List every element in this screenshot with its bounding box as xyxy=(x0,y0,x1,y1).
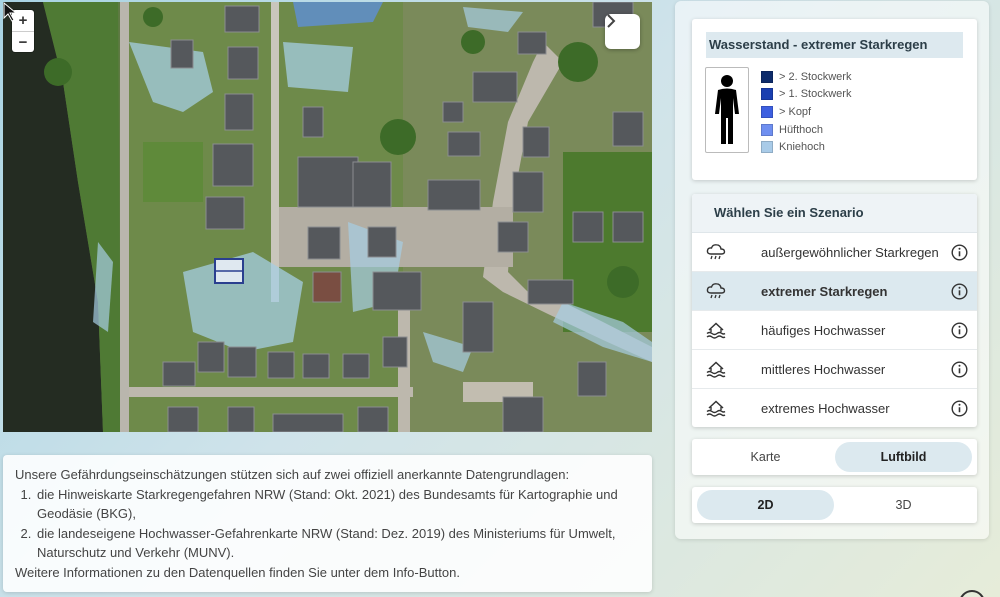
legend-label: > 2. Stockwerk xyxy=(779,70,852,83)
person-scale xyxy=(705,67,749,153)
dimension-option-2d[interactable]: 2D xyxy=(697,490,834,520)
legend-label: > 1. Stockwerk xyxy=(779,88,852,101)
scenario-label: häufiges Hochwasser xyxy=(761,322,886,338)
flood-house-icon xyxy=(706,322,726,339)
legend-item: > 1. Stockwerk xyxy=(761,86,851,104)
legend-title: Wasserstand - extremer Starkregen xyxy=(706,32,963,58)
legend-swatch xyxy=(761,105,773,118)
legend-label: Kniehoch xyxy=(779,141,825,154)
info-footer: Weitere Informationen zu den Datenquelle… xyxy=(15,564,460,580)
legend-item: Hüfthoch xyxy=(761,121,851,139)
source-item: die landeseigene Hochwasser-Gefahrenkart… xyxy=(35,524,640,563)
scenario-option-mittleres-hochwasser[interactable]: mittleres Hochwasser xyxy=(692,350,977,389)
person-icon xyxy=(715,75,739,144)
info-icon[interactable] xyxy=(951,283,968,300)
mouse-cursor-icon xyxy=(3,2,18,22)
legend-label: > Kopf xyxy=(779,105,812,118)
dimension-option-3d[interactable]: 3D xyxy=(835,490,972,520)
scenario-option-aussergewoehnlicher-starkregen[interactable]: außergewöhnlicher Starkregen xyxy=(692,233,977,272)
help-button[interactable] xyxy=(959,590,985,597)
flood-house-icon xyxy=(706,400,726,417)
scenario-selector: Wählen Sie ein Szenario außergewöhnliche… xyxy=(692,194,977,427)
basemap-option-luftbild[interactable]: Luftbild xyxy=(835,442,972,472)
scenario-option-extremes-hochwasser[interactable]: extremes Hochwasser xyxy=(692,389,977,427)
legend-item: > Kopf xyxy=(761,103,851,121)
rain-cloud-icon xyxy=(706,244,726,260)
legend-swatch xyxy=(761,141,773,154)
aerial-imagery xyxy=(3,2,652,432)
basemap-option-karte[interactable]: Karte xyxy=(697,442,834,472)
legend-label: Hüfthoch xyxy=(779,123,824,136)
aerial-map[interactable]: + − xyxy=(3,2,652,432)
rain-cloud-icon xyxy=(706,283,726,299)
scenario-label: mittleres Hochwasser xyxy=(761,361,886,377)
basemap-toggle: Karte Luftbild xyxy=(692,439,977,475)
info-icon[interactable] xyxy=(951,400,968,417)
scenario-option-extremer-starkregen[interactable]: extremer Starkregen xyxy=(692,272,977,311)
legend-item: > 2. Stockwerk xyxy=(761,68,851,86)
legend-card: Wasserstand - extremer Starkregen > 2. S… xyxy=(692,19,977,180)
zoom-out-button[interactable]: − xyxy=(12,31,34,52)
panel-toggle-button[interactable] xyxy=(605,14,640,49)
source-list: die Hinweiskarte Starkregengefahren NRW … xyxy=(15,485,640,563)
info-intro: Unsere Gefährdungseinschätzungen stützen… xyxy=(15,467,570,482)
legend-item: Kniehoch xyxy=(761,138,851,156)
scenario-label: außergewöhnlicher Starkregen xyxy=(761,244,939,260)
legend-swatch xyxy=(761,70,773,83)
dimension-toggle: 2D 3D xyxy=(692,487,977,523)
data-source-info: Unsere Gefährdungseinschätzungen stützen… xyxy=(3,455,652,592)
chevron-right-icon xyxy=(607,14,616,28)
info-icon[interactable] xyxy=(951,244,968,261)
scenario-label: extremes Hochwasser xyxy=(761,401,890,416)
scenario-label: extremer Starkregen xyxy=(761,283,888,299)
flood-house-icon xyxy=(706,361,726,378)
scenario-heading: Wählen Sie ein Szenario xyxy=(692,194,977,233)
info-icon[interactable] xyxy=(951,322,968,339)
scenario-option-haeufiges-hochwasser[interactable]: häufiges Hochwasser xyxy=(692,311,977,350)
legend-swatch xyxy=(761,88,773,101)
info-icon[interactable] xyxy=(951,361,968,378)
legend-swatch xyxy=(761,123,773,136)
source-item: die Hinweiskarte Starkregengefahren NRW … xyxy=(35,485,640,524)
legend-list: > 2. Stockwerk > 1. Stockwerk > Kopf Hüf… xyxy=(761,68,851,156)
